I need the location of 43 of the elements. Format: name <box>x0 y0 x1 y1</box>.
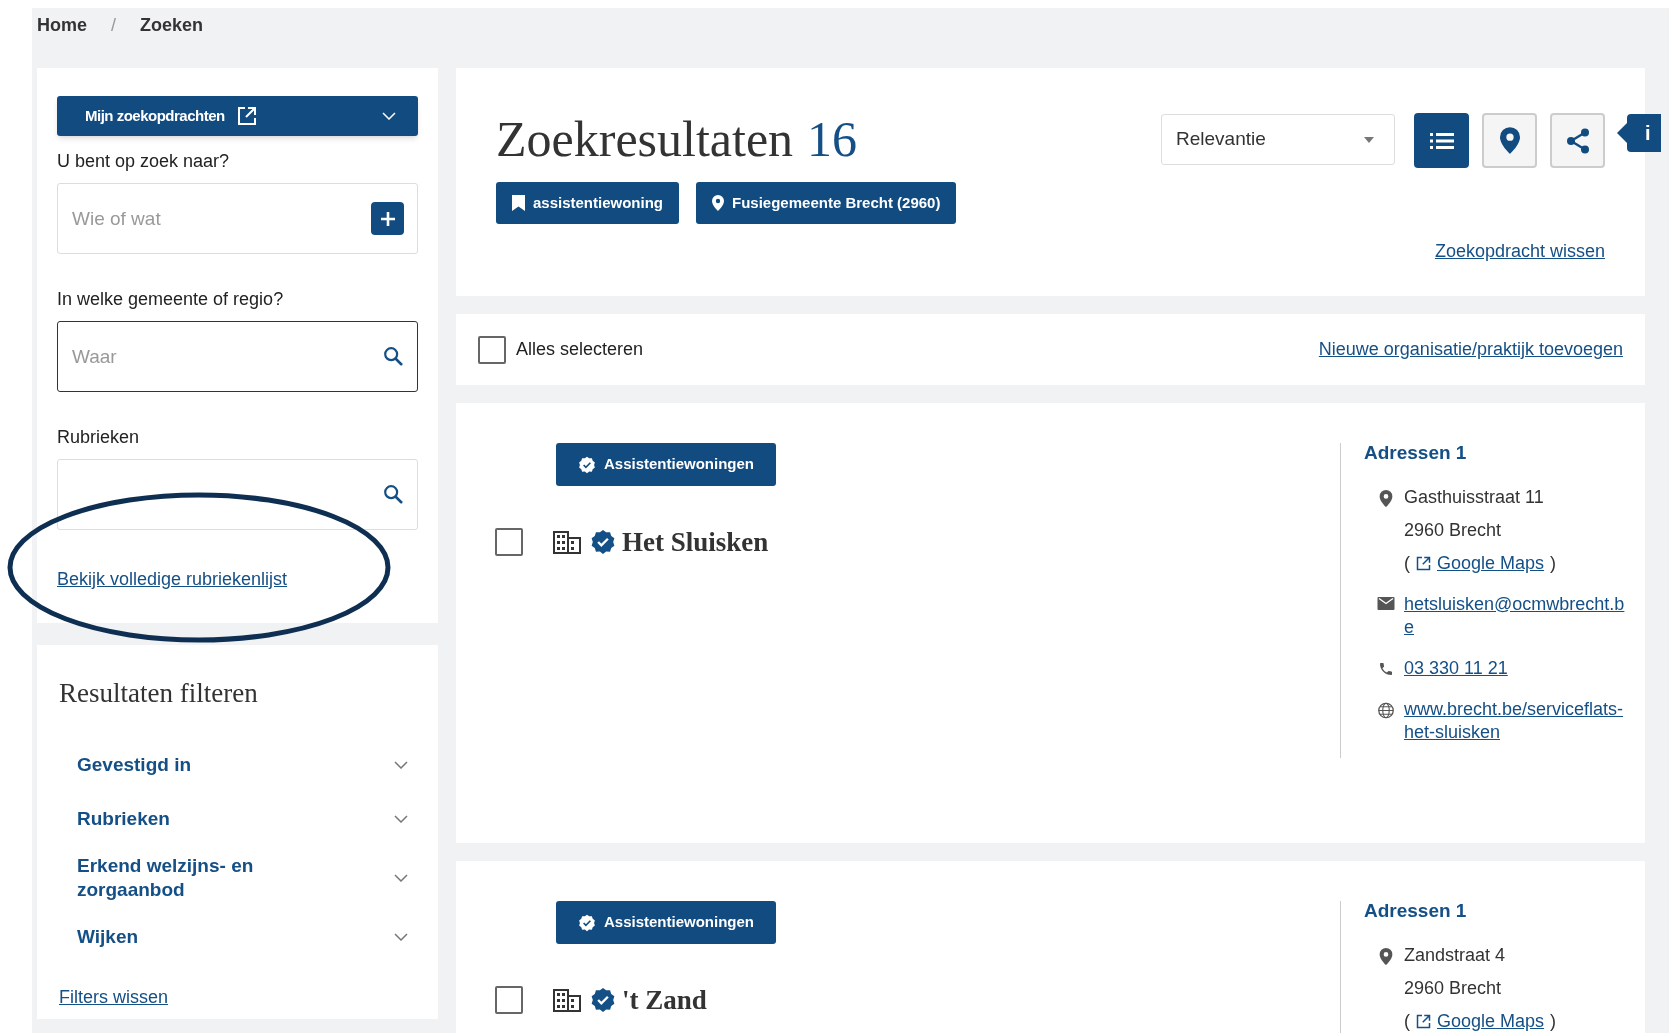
saved-searches-button[interactable]: Mijn zoekopdrachten <box>57 96 418 136</box>
organisation-name-link[interactable]: 't Zand <box>622 980 707 1021</box>
field-label: Rubrieken <box>57 426 141 449</box>
filter-group-toggle[interactable]: Rubrieken <box>77 795 416 842</box>
address-line: 2960 Brecht <box>1404 976 1503 1000</box>
add-organisation-link[interactable]: Nieuwe organisatie/praktijk toevoegen <box>1318 336 1623 363</box>
addresses-title: Adressen 1 <box>1364 899 1468 923</box>
parenthesis: ) <box>1550 551 1557 575</box>
active-filter-chip[interactable]: assistentiewoning <box>496 182 680 224</box>
checkbox-label: Alles selecteren <box>516 338 644 361</box>
organisation-name-link[interactable]: Het Sluisken <box>622 522 769 563</box>
address-line: Gasthuisstraat 11 <box>1404 485 1545 509</box>
results-title: Zoekresultaten <box>496 110 794 168</box>
email-link[interactable]: hetsluisken@ocmwbrecht.be <box>1404 592 1630 639</box>
google-maps-link[interactable]: Google Maps <box>1416 1009 1545 1033</box>
what-input-field[interactable]: Wie of wat <box>57 183 418 254</box>
field-label: U bent op zoek naar? <box>57 150 231 173</box>
google-maps-link[interactable]: Google Maps <box>1416 551 1545 575</box>
breadcrumb-link[interactable]: Zoeken <box>140 11 204 39</box>
where-input-field[interactable]: Waar <box>57 321 418 392</box>
active-filter-chip[interactable]: Fusiegemeente Brecht (2960) <box>696 182 957 224</box>
filter-group-toggle[interactable]: Wijken <box>77 913 416 960</box>
filter-group-toggle[interactable]: Gevestigd in <box>77 741 416 788</box>
parenthesis: ) <box>1550 1009 1557 1033</box>
addresses-title: Adressen 1 <box>1364 441 1468 465</box>
category-badge: Assistentiewoningen <box>556 901 777 944</box>
clear-search-link[interactable]: Zoekopdracht wissen <box>1434 238 1605 265</box>
filter-group-toggle[interactable]: Erkend welzijns- en zorgaanbod <box>77 849 416 906</box>
clear-filters-link[interactable]: Filters wissen <box>59 983 169 1011</box>
parenthesis: ( <box>1404 551 1410 575</box>
website-link[interactable]: www.brecht.be/serviceflats-het-sluisken <box>1404 697 1630 744</box>
parenthesis: ( <box>1404 1009 1410 1033</box>
address-line: 2960 Brecht <box>1404 518 1503 542</box>
category-badge: Assistentiewoningen <box>556 443 777 486</box>
breadcrumb-link[interactable]: Home <box>37 11 87 39</box>
breadcrumb-separator: / <box>111 13 117 37</box>
field-label: In welke gemeente of regio? <box>57 288 285 311</box>
phone-link[interactable]: 03 330 11 21 <box>1404 656 1630 680</box>
results-count: 16 <box>807 110 858 168</box>
sort-dropdown[interactable]: Relevantie <box>1161 114 1395 165</box>
full-category-list-link[interactable]: Bekijk volledige rubriekenlijst <box>57 566 288 593</box>
filter-panel-title: Resultaten filteren <box>59 677 259 710</box>
address-line: Zandstraat 4 <box>1404 943 1507 967</box>
